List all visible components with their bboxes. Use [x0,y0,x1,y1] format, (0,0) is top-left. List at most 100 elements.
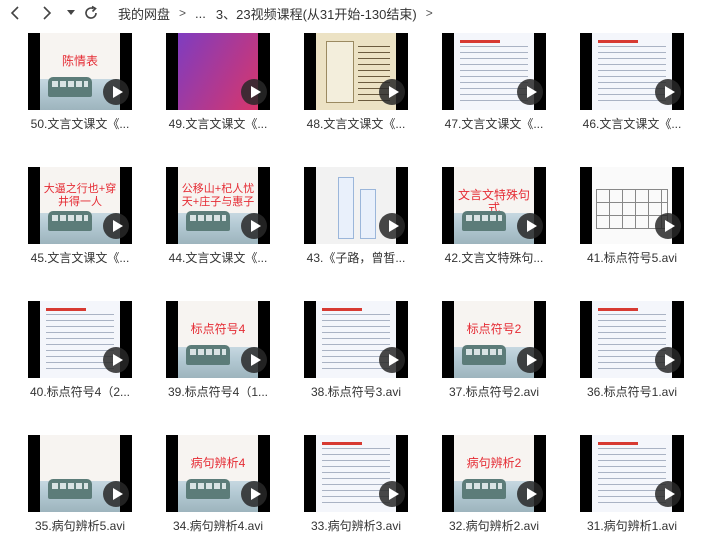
play-icon [664,354,675,366]
video-thumbnail[interactable] [442,33,546,110]
chevron-right-icon [43,6,52,20]
video-thumbnail[interactable] [304,167,408,244]
play-button[interactable] [103,347,129,373]
video-thumbnail[interactable] [580,167,684,244]
play-button[interactable] [241,79,267,105]
play-icon [112,220,123,232]
file-name: 38.标点符号3.avi [310,385,402,399]
video-thumbnail[interactable] [304,435,408,512]
video-thumbnail[interactable]: 标点符号2 [442,301,546,378]
play-button[interactable] [103,213,129,239]
refresh-button[interactable] [78,0,104,26]
play-button[interactable] [103,79,129,105]
video-thumbnail[interactable]: 文言文特殊句式 [442,167,546,244]
bus-image [48,211,92,231]
file-name: 41.标点符号5.avi [586,251,678,265]
file-item[interactable]: 38.标点符号3.avi [282,294,420,422]
history-dropdown-button[interactable] [64,0,78,26]
video-thumbnail[interactable] [28,435,132,512]
play-button[interactable] [517,79,543,105]
video-thumbnail[interactable]: 病句辨析4 [166,435,270,512]
file-item[interactable]: 43.《子路，曾皙... [282,160,420,288]
file-item[interactable]: 40.标点符号4（2... [6,294,144,422]
refresh-icon [85,5,97,19]
file-item[interactable]: 35.病句辨析5.avi [6,428,144,556]
file-name: 37.标点符号2.avi [448,385,540,399]
play-icon [664,220,675,232]
file-item[interactable]: 46.文言文课文《... [558,26,696,154]
file-item[interactable]: 33.病句辨析3.avi [282,428,420,556]
file-name: 46.文言文课文《... [582,117,682,131]
play-button[interactable] [517,481,543,507]
play-button[interactable] [655,481,681,507]
video-thumbnail[interactable]: 陈情表 [28,33,132,110]
play-button[interactable] [655,347,681,373]
file-item[interactable]: 31.病句辨析1.avi [558,428,696,556]
thumbnail-title: 病句辨析2 [466,456,522,470]
play-button[interactable] [379,347,405,373]
play-button[interactable] [379,481,405,507]
play-icon [388,220,399,232]
play-button[interactable] [655,213,681,239]
file-item[interactable]: 公移山+杞人忧天+庄子与惠子 44.文言文课文《... [144,160,282,288]
bus-image [462,345,506,365]
play-button[interactable] [379,213,405,239]
file-item[interactable]: 病句辨析2 32.病句辨析2.avi [420,428,558,556]
thumbnail-title: 大逼之行也+穿井得一人 [43,183,117,208]
play-button[interactable] [241,213,267,239]
file-name: 33.病句辨析3.avi [310,519,402,533]
breadcrumb-current-folder[interactable]: 3、23视频课程(从31开始-130结束) [216,4,417,23]
play-button[interactable] [517,347,543,373]
document-highlight [460,40,500,43]
forward-button[interactable] [34,0,60,26]
file-item[interactable]: 标点符号4 39.标点符号4（1... [144,294,282,422]
diagram-box [338,177,354,239]
breadcrumb-separator: > [179,6,187,20]
video-thumbnail[interactable] [580,435,684,512]
video-thumbnail[interactable]: 标点符号4 [166,301,270,378]
file-item[interactable]: 49.文言文课文《... [144,26,282,154]
play-icon [250,220,261,232]
file-item[interactable]: 大逼之行也+穿井得一人 45.文言文课文《... [6,160,144,288]
play-button[interactable] [517,213,543,239]
file-name: 39.标点符号4（1... [167,385,269,399]
play-button[interactable] [241,481,267,507]
file-item[interactable]: 47.文言文课文《... [420,26,558,154]
file-item[interactable]: 陈情表 50.文言文课文《... [6,26,144,154]
document-highlight [598,442,638,445]
video-thumbnail[interactable] [580,33,684,110]
video-thumbnail[interactable] [304,33,408,110]
bus-image [186,479,230,499]
file-item[interactable]: 文言文特殊句式 42.文言文特殊句... [420,160,558,288]
file-name: 50.文言文课文《... [30,117,130,131]
file-name: 32.病句辨析2.avi [448,519,540,533]
video-thumbnail[interactable]: 病句辨析2 [442,435,546,512]
file-item[interactable]: 41.标点符号5.avi [558,160,696,288]
video-thumbnail[interactable]: 公移山+杞人忧天+庄子与惠子 [166,167,270,244]
caret-down-icon [67,10,75,15]
play-button[interactable] [379,79,405,105]
thumbnail-title: 标点符号2 [466,322,522,336]
thumbnail-title: 公移山+杞人忧天+庄子与惠子 [181,183,255,208]
video-thumbnail[interactable] [304,301,408,378]
bus-image [186,211,230,231]
video-thumbnail[interactable]: 大逼之行也+穿井得一人 [28,167,132,244]
video-thumbnail[interactable] [28,301,132,378]
diagram-box [360,189,376,239]
file-item[interactable]: 48.文言文课文《... [282,26,420,154]
play-button[interactable] [655,79,681,105]
play-icon [664,86,675,98]
video-thumbnail[interactable] [580,301,684,378]
play-button[interactable] [241,347,267,373]
breadcrumb-root[interactable]: 我的网盘 [118,4,170,23]
breadcrumb-ellipsis[interactable]: ... [195,6,206,21]
file-item[interactable]: 病句辨析4 34.病句辨析4.avi [144,428,282,556]
play-icon [112,86,123,98]
file-item[interactable]: 36.标点符号1.avi [558,294,696,422]
document-highlight [598,308,638,311]
back-button[interactable] [2,0,28,26]
book-cover [326,41,354,103]
file-item[interactable]: 标点符号2 37.标点符号2.avi [420,294,558,422]
video-thumbnail[interactable] [166,33,270,110]
play-button[interactable] [103,481,129,507]
